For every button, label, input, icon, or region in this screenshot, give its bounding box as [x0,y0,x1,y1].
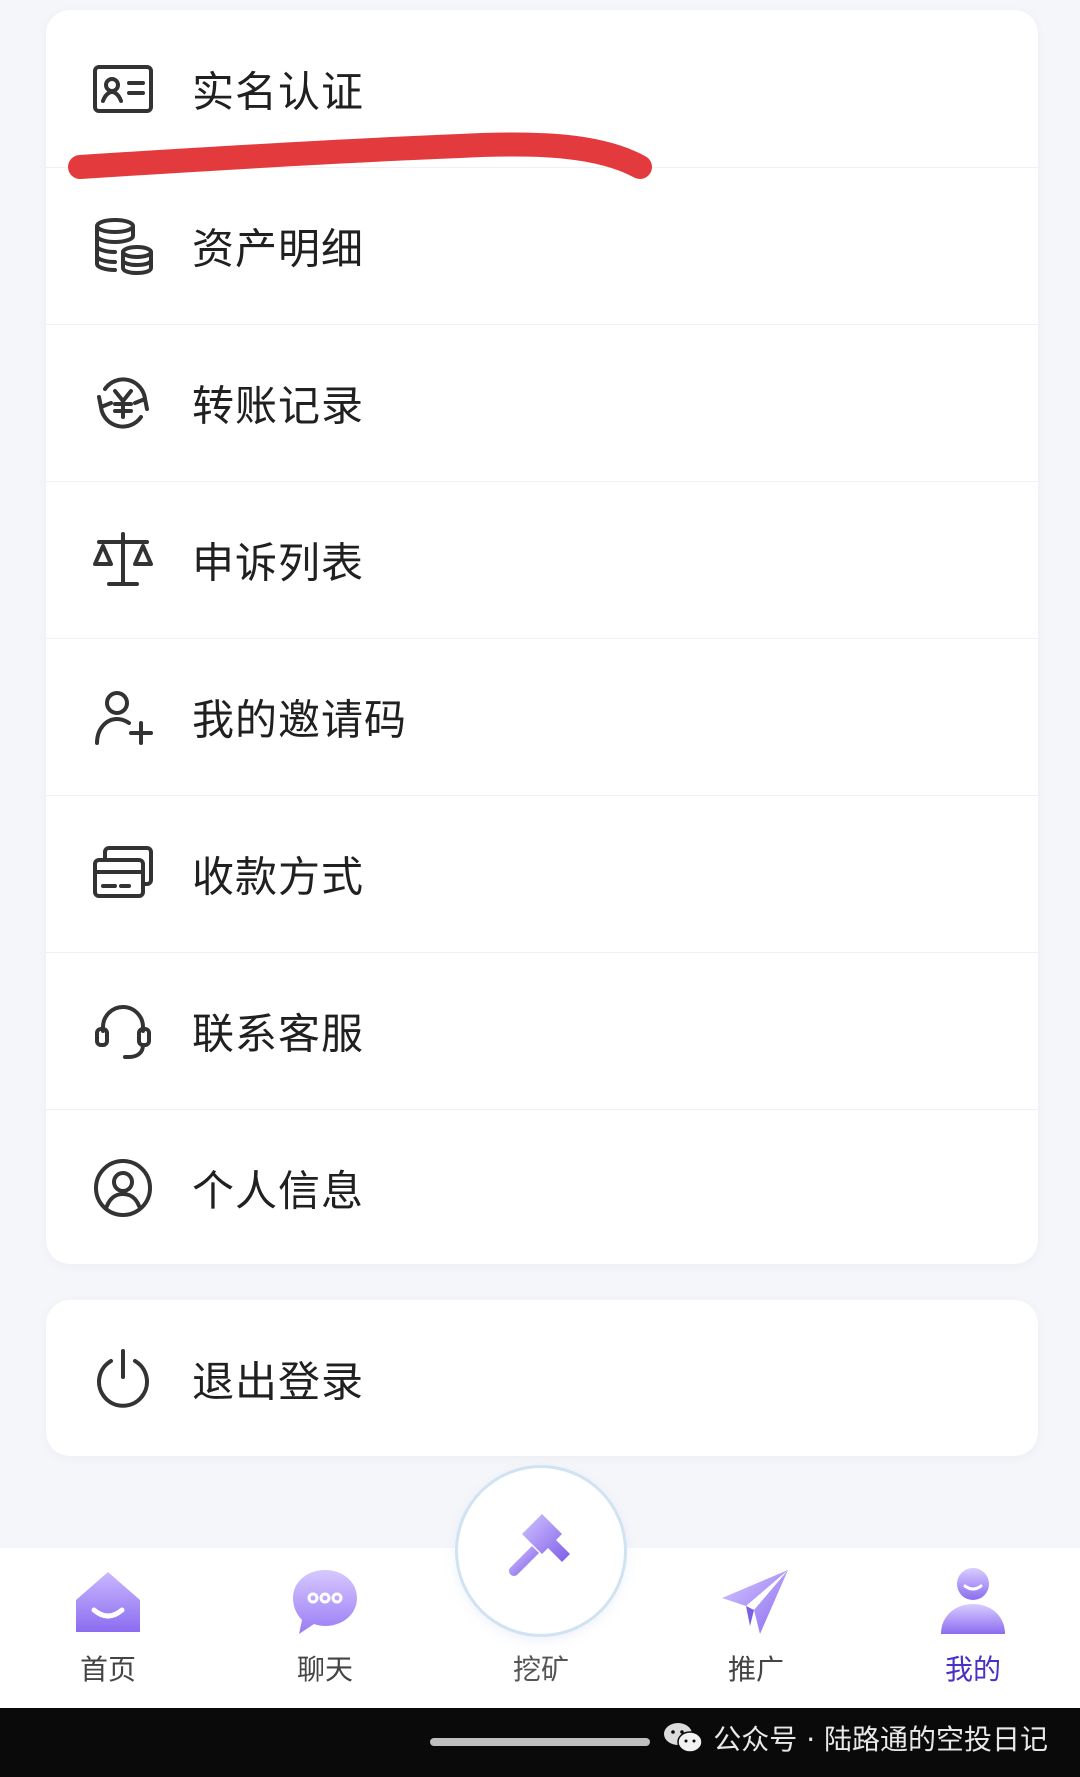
logout-button[interactable]: 退出登录 [46,1300,1038,1456]
menu-item-label: 实名认证 [192,67,365,116]
menu-item-personal-info[interactable]: 个人信息 [46,1109,1038,1264]
tab-mine[interactable]: 我的 [898,1548,1048,1708]
menu-item-label: 资产明细 [192,224,365,274]
watermark-text: 公众号 · 陆路通的空投日记 [713,1723,1048,1756]
menu-card: 实名认证 资产明细 转账记录 申诉列表 我的邀请码 收款方式 联系客服 个人信息 [46,10,1038,1264]
menu-item-label: 申诉列表 [192,538,365,588]
coins-stack-icon [91,214,155,278]
menu-item-appeal-list[interactable]: 申诉列表 [46,481,1038,638]
tab-home[interactable]: 首页 [33,1548,183,1708]
chat-bubble-icon [285,1562,365,1642]
id-card-icon [91,57,155,121]
wechat-icon [663,1721,704,1755]
scale-icon [91,528,155,592]
menu-item-label: 转账记录 [192,381,365,431]
menu-item-invite-code[interactable]: 我的邀请码 [46,638,1038,795]
menu-item-real-name[interactable]: 实名认证 [46,10,1038,167]
user-circle-icon [91,1156,155,1220]
menu-item-label: 个人信息 [192,1166,365,1216]
menu-item-label: 收款方式 [192,852,365,902]
tab-label: 我的 [944,1653,1001,1686]
yen-exchange-icon [91,371,155,435]
tab-chat[interactable]: 聊天 [250,1548,400,1708]
headset-icon [91,999,155,1063]
hammer-icon [509,1514,570,1576]
menu-item-asset-details[interactable]: 资产明细 [46,167,1038,324]
tab-label: 首页 [79,1653,136,1686]
menu-item-customer-service[interactable]: 联系客服 [46,952,1038,1109]
menu-item-transfer-records[interactable]: 转账记录 [46,324,1038,481]
profile-icon [933,1562,1013,1642]
payment-card-icon [91,842,155,906]
logout-label: 退出登录 [192,1357,365,1406]
home-indicator[interactable] [430,1738,650,1746]
tab-promote[interactable]: 推广 [681,1548,831,1708]
mining-button[interactable] [458,1468,624,1634]
watermark: 公众号 · 陆路通的空投日记 [663,1718,1048,1758]
menu-item-payment-methods[interactable]: 收款方式 [46,795,1038,952]
paper-plane-icon [716,1562,796,1642]
logout-card: 退出登录 [46,1300,1038,1456]
power-icon [91,1347,155,1411]
tab-label: 推广 [727,1653,784,1686]
add-user-icon [91,685,155,749]
tab-label: 聊天 [296,1653,353,1686]
home-icon [68,1562,148,1642]
menu-item-label: 我的邀请码 [192,695,408,745]
menu-item-label: 联系客服 [192,1009,365,1059]
tab-mining-label: 挖矿 [512,1653,569,1686]
